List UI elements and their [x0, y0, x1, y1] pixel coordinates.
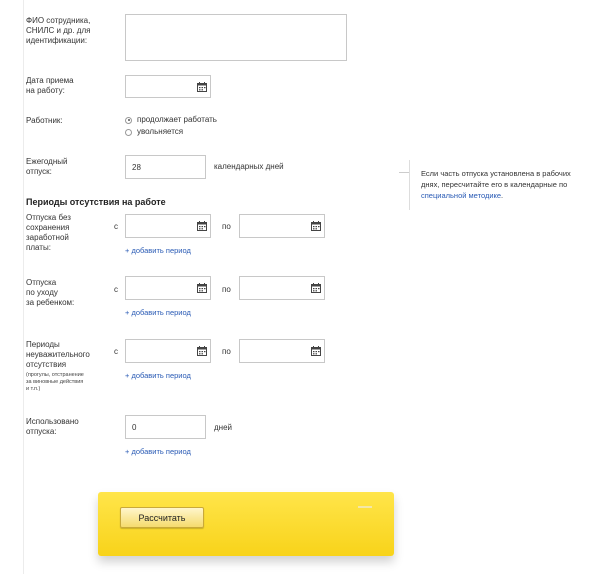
unpaid-to-label: по [222, 222, 231, 231]
calendar-icon[interactable] [311, 221, 321, 231]
used-leave-label: Использовано отпуска: [26, 417, 79, 436]
absence-periods-note: (прогулы, отстранение за виновные действ… [26, 372, 84, 392]
annual-leave-unit: календарных дней [214, 162, 284, 171]
used-leave-unit: дней [214, 423, 233, 432]
childcare-to-field [239, 276, 325, 300]
panel-dash [358, 506, 372, 508]
radio-dismissed[interactable]: увольняется [125, 127, 183, 137]
note-divider [409, 160, 410, 210]
annual-leave-label: Ежегодный отпуск: [26, 157, 68, 176]
calendar-icon[interactable] [311, 346, 321, 356]
calendar-icon[interactable] [197, 283, 207, 293]
note-suffix: . [501, 191, 504, 200]
add-unpaid-period-link[interactable]: + добавить период [125, 246, 191, 255]
absence-from-field [125, 339, 211, 363]
used-leave-input[interactable] [125, 415, 206, 439]
worker-label: Работник: [26, 116, 63, 125]
childcare-from-field [125, 276, 211, 300]
add-used-period-link[interactable]: + добавить период [125, 447, 191, 456]
employee-label: ФИО сотрудника, СНИЛС и др. для идентифи… [26, 16, 91, 45]
calculate-panel: Рассчитать [98, 492, 394, 556]
calculate-button[interactable]: Рассчитать [120, 507, 204, 528]
calendar-icon[interactable] [197, 221, 207, 231]
absence-section-title: Периоды отсутствия на работе [26, 197, 166, 207]
annual-leave-input[interactable] [125, 155, 206, 179]
absence-to-label: по [222, 347, 231, 356]
radio-icon[interactable] [125, 128, 132, 136]
unpaid-leave-label: Отпуска без сохранения заработной платы: [26, 213, 71, 252]
unpaid-to-field [239, 214, 325, 238]
radio-dismissed-label: увольняется [137, 127, 184, 136]
calendar-icon[interactable] [197, 81, 207, 92]
childcare-from-label: с [114, 285, 118, 294]
childcare-leave-label: Отпуска по уходу за ребенком: [26, 278, 75, 307]
note-tick [399, 172, 409, 173]
absence-to-field [239, 339, 325, 363]
absence-from-label: с [114, 347, 118, 356]
absence-periods-label: Периоды неуважительного отсутствия [26, 340, 90, 369]
calendar-icon[interactable] [311, 283, 321, 293]
childcare-to-label: по [222, 285, 231, 294]
hire-date-label: Дата приема на работу: [26, 76, 74, 95]
unpaid-from-label: с [114, 222, 118, 231]
left-divider [23, 0, 24, 574]
radio-continues-label: продолжает работать [137, 115, 217, 124]
recalc-note: Если часть отпуска установлена в рабочих… [421, 168, 581, 201]
radio-icon[interactable] [125, 116, 132, 124]
employee-input[interactable] [125, 14, 347, 61]
add-childcare-period-link[interactable]: + добавить период [125, 308, 191, 317]
unpaid-from-field [125, 214, 211, 238]
hire-date-field [125, 75, 211, 98]
method-link[interactable]: специальной методике [421, 191, 501, 200]
note-text: Если часть отпуска установлена в рабочих… [421, 169, 571, 189]
calendar-icon[interactable] [197, 346, 207, 356]
add-absence-period-link[interactable]: + добавить период [125, 371, 191, 380]
radio-continues[interactable]: продолжает работать [125, 115, 217, 125]
